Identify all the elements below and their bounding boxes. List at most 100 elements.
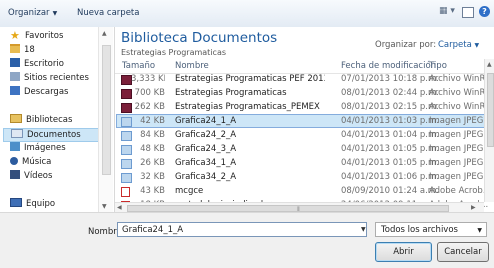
- file-name-dropdown-icon[interactable]: ▼: [361, 226, 366, 233]
- sidebar-item-escritorio[interactable]: Escritorio: [10, 58, 64, 70]
- file-date: 04/01/2013 01:04 p.m.: [341, 130, 439, 140]
- table-row[interactable]: 700 KB Estrategias Programaticas 08/01/2…: [117, 87, 489, 99]
- sidebar-item-favoritos[interactable]: ★ Favoritos: [10, 30, 63, 42]
- table-row[interactable]: 262 KB Estrategias Programaticas_PEMEX 0…: [117, 101, 489, 113]
- file-date: 07/01/2013 10:18 p.m.: [341, 74, 439, 84]
- sidebar-item-label: Descargas: [24, 87, 69, 97]
- music-icon: [10, 157, 18, 165]
- arrange-by-value: Carpeta: [438, 40, 472, 50]
- file-size: 32 KB: [140, 172, 165, 182]
- file-name: Estrategias Programaticas: [175, 88, 287, 98]
- file-list-scroll-thumb[interactable]: [487, 73, 494, 147]
- file-name-input[interactable]: [117, 222, 367, 237]
- table-row[interactable]: 43 KB mcgce 08/09/2010 01:24 a.m. Adobe …: [117, 185, 489, 197]
- documents-icon: [11, 129, 23, 138]
- sidebar-item-equipo[interactable]: Equipo: [10, 198, 55, 210]
- library-location-link[interactable]: Estrategias Programaticas: [121, 48, 226, 57]
- column-header-date[interactable]: Fecha de modificación: [341, 61, 436, 71]
- sidebar-scroll-thumb[interactable]: [102, 45, 111, 175]
- column-header-type[interactable]: Tipo: [429, 61, 447, 71]
- table-row[interactable]: 32 KB Grafica34_2_A 04/01/2013 01:06 p.m…: [117, 171, 485, 183]
- chevron-down-icon: ▼: [477, 227, 482, 234]
- file-name: Estrategias Programaticas_PEMEX: [175, 102, 320, 112]
- file-date: 04/01/2013 01:05 p.m.: [341, 158, 439, 168]
- folder-icon: [10, 44, 20, 53]
- file-type-filter-select[interactable]: Todos los archivos ▼: [375, 222, 487, 237]
- scroll-up-icon[interactable]: ▲: [487, 61, 492, 68]
- file-type: Adobe Acrob...: [429, 186, 489, 196]
- bottom-divider: [0, 212, 494, 213]
- file-list: Tamaño Nombre Fecha de modificación Tipo…: [115, 59, 494, 212]
- organize-label: Organizar: [8, 8, 50, 18]
- preview-pane-icon[interactable]: [462, 7, 474, 18]
- sidebar-item-label: Vídeos: [24, 171, 53, 181]
- file-name: Grafica24_1_A: [175, 116, 237, 126]
- star-icon: ★: [10, 29, 20, 42]
- desktop-icon: [10, 58, 20, 67]
- file-name: Grafica24_2_A: [175, 130, 237, 140]
- arrange-by-label: Organizar por:: [375, 40, 437, 50]
- help-icon[interactable]: ?: [479, 6, 490, 17]
- sidebar-item-label: Documentos: [27, 130, 81, 140]
- chevron-down-icon: ▼: [474, 42, 480, 49]
- file-date: 08/01/2013 02:44 p.m.: [341, 88, 439, 98]
- table-row[interactable]: 84 KB Grafica24_2_A 04/01/2013 01:04 p.m…: [117, 129, 485, 141]
- scroll-down-icon[interactable]: ▼: [102, 203, 107, 210]
- file-type: Imagen JPEG: [429, 172, 484, 182]
- file-size: 84 KB: [140, 130, 165, 140]
- sidebar-item-videos[interactable]: Vídeos: [10, 170, 52, 182]
- videos-icon: [10, 170, 20, 179]
- sidebar-item-musica[interactable]: Música: [10, 156, 51, 168]
- downloads-icon: [10, 86, 20, 95]
- table-row-selected[interactable]: 42 KB Grafica24_1_A 04/01/2013 01:03 p.m…: [116, 114, 486, 128]
- column-header-name[interactable]: Nombre: [175, 61, 209, 71]
- file-type: Imagen JPEG: [429, 158, 484, 168]
- library-header: Biblioteca Documentos Estrategias Progra…: [115, 27, 494, 59]
- scroll-up-icon[interactable]: ▲: [102, 30, 107, 37]
- libraries-icon: [10, 114, 22, 123]
- column-header-size[interactable]: Tamaño: [122, 61, 155, 71]
- chevron-down-icon: ▼: [52, 10, 58, 17]
- scroll-left-icon[interactable]: ◀: [117, 204, 122, 211]
- view-options-icon[interactable]: ▦ ▾: [439, 6, 463, 19]
- sidebar-item-label: Favoritos: [25, 31, 64, 41]
- file-name: mcgce: [175, 186, 204, 196]
- sidebar-item-label: 18: [24, 45, 35, 55]
- file-size: 42 KB: [140, 116, 165, 126]
- file-name: Grafica34_2_A: [175, 172, 237, 182]
- sidebar-item-sitios-recientes[interactable]: Sitios recientes: [10, 72, 89, 84]
- sidebar-item-bibliotecas[interactable]: Bibliotecas: [10, 114, 72, 126]
- new-folder-button[interactable]: Nueva carpeta: [77, 8, 139, 18]
- sidebar-item-label: Bibliotecas: [26, 115, 73, 125]
- scroll-right-icon[interactable]: ▶: [471, 204, 476, 211]
- sidebar-item-label: Música: [22, 157, 52, 167]
- navigation-pane: ★ Favoritos 18 Escritorio Sitios reciente…: [0, 27, 115, 212]
- file-date: 08/01/2013 02:15 p.m.: [341, 102, 439, 112]
- computer-icon: [10, 198, 22, 207]
- sidebar-scrollbar[interactable]: ▲ ▼: [98, 27, 113, 212]
- sidebar-item-descargas[interactable]: Descargas: [10, 86, 68, 98]
- arrange-by-dropdown[interactable]: Carpeta ▼: [438, 40, 479, 50]
- file-date: 04/01/2013 01:05 p.m.: [341, 144, 439, 154]
- table-row[interactable]: 26 KB Grafica34_1_A 04/01/2013 01:05 p.m…: [117, 157, 485, 169]
- table-row[interactable]: 48 KB Grafica24_3_A 04/01/2013 01:05 p.m…: [117, 143, 485, 155]
- file-name: Grafica34_1_A: [175, 158, 237, 168]
- table-row[interactable]: 3,333 KB Estrategias Programaticas PEF 2…: [117, 73, 489, 85]
- file-list-vertical-scrollbar[interactable]: ▲: [484, 59, 494, 202]
- open-button[interactable]: Abrir: [375, 242, 432, 262]
- sidebar-item-documentos[interactable]: Documentos: [3, 128, 104, 142]
- file-size: 43 KB: [140, 186, 165, 196]
- file-type: Archivo WinR...: [429, 88, 489, 98]
- sidebar-item-18[interactable]: 18: [10, 44, 35, 56]
- file-size: 48 KB: [140, 144, 165, 154]
- cancel-button[interactable]: Cancelar: [437, 242, 489, 262]
- file-type: Imagen JPEG: [429, 116, 484, 126]
- library-title: Biblioteca Documentos: [121, 30, 278, 46]
- organize-menu-button[interactable]: Organizar ▼: [8, 8, 57, 18]
- sidebar-item-imagenes[interactable]: Imágenes: [10, 142, 66, 154]
- command-bar: Organizar ▼ Nueva carpeta ▦ ▾ ?: [0, 0, 494, 28]
- sidebar-item-label: Escritorio: [24, 59, 64, 69]
- horizontal-scroll-thumb[interactable]: ⦀: [127, 205, 449, 213]
- file-type: Archivo WinR...: [429, 102, 489, 112]
- file-size: 700 KB: [134, 88, 165, 98]
